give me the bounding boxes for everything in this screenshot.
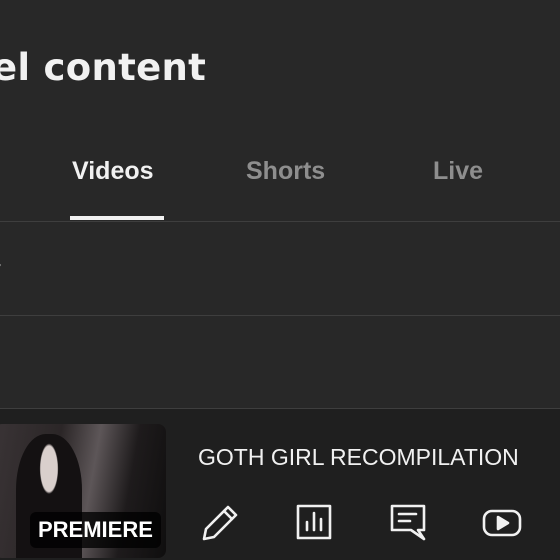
tab-shorts[interactable]: Shorts — [246, 157, 325, 217]
filter-divider — [0, 315, 560, 316]
tab-videos[interactable]: Videos — [72, 157, 154, 217]
page-title: el content — [0, 46, 207, 89]
tabs-divider — [0, 221, 560, 222]
youtube-play-icon[interactable] — [480, 500, 524, 544]
analytics-icon[interactable] — [292, 500, 336, 544]
active-tab-indicator — [70, 216, 164, 220]
comments-icon[interactable] — [386, 500, 430, 544]
pencil-icon[interactable] — [198, 500, 242, 544]
filter-input[interactable] — [0, 250, 540, 290]
tab-live[interactable]: Live — [433, 157, 483, 217]
video-title[interactable]: GOTH GIRL RECOMPILATION — [198, 444, 519, 471]
premiere-badge: PREMIERE — [30, 512, 161, 548]
